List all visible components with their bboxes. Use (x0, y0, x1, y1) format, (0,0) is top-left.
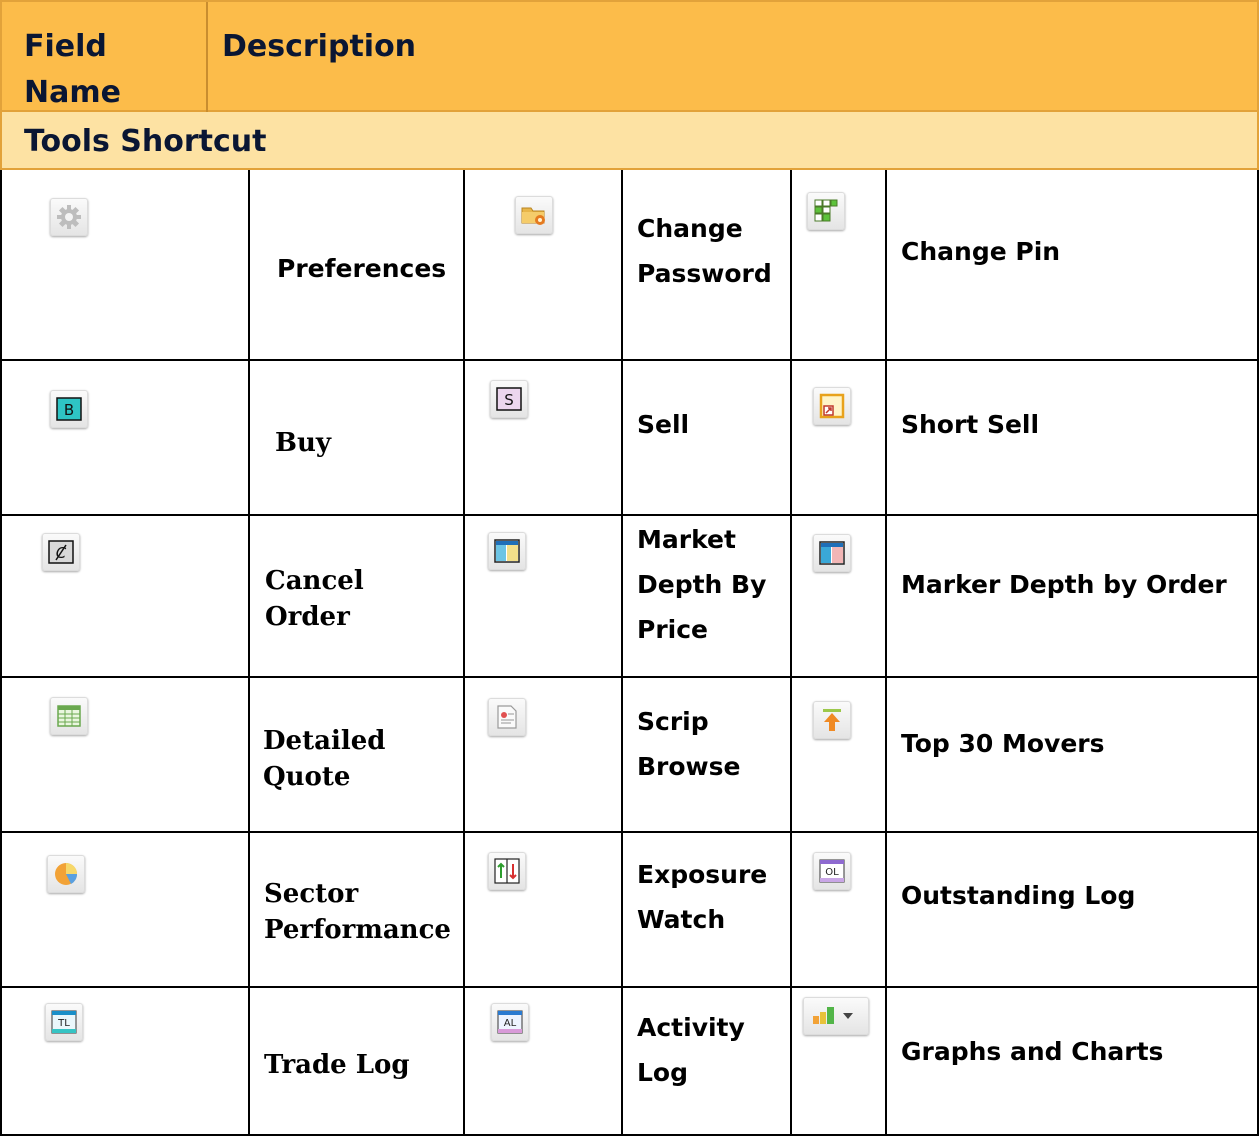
exposure-watch-icon[interactable] (488, 852, 526, 890)
tl-log-icon[interactable]: TL (45, 1003, 83, 1041)
label-cancel-order: Cancel Order (265, 566, 364, 632)
grid-line (790, 170, 792, 1136)
label-marker-depth-by-order: Marker Depth by Order (901, 570, 1227, 599)
scrip-browse-doc-icon[interactable] (488, 698, 526, 736)
pie-chart-icon[interactable] (47, 855, 85, 893)
label-graphs-and-charts: Graphs and Charts (901, 1037, 1164, 1066)
svg-text:B: B (64, 401, 74, 419)
market-depth-order-icon[interactable] (813, 534, 851, 572)
market-depth-price-icon[interactable] (488, 532, 526, 570)
label-change-pin: Change Pin (901, 237, 1061, 266)
grid-line (0, 831, 1259, 833)
header-field-name: Field Name (24, 29, 121, 110)
grid-line (0, 514, 1259, 516)
label-trade-log: Trade Log (264, 1050, 410, 1080)
label-activity-log: Activity Log (637, 1013, 745, 1087)
label-outstanding-log: Outstanding Log (901, 881, 1136, 910)
header-description: Description (222, 29, 417, 64)
label-change-password: Change Password (637, 214, 772, 288)
detailed-quote-table-icon[interactable] (50, 697, 88, 735)
section-title: Tools Shortcut (24, 124, 267, 159)
svg-text:OL: OL (825, 867, 839, 878)
folder-settings-icon[interactable] (515, 196, 553, 234)
label-scrip-browse: Scrip Browse (637, 707, 741, 781)
label-detailed-quote: Detailed Quote (263, 726, 386, 792)
label-sell: Sell (637, 410, 690, 439)
ol-log-icon[interactable]: OL (813, 852, 851, 890)
grid-line (621, 170, 623, 1136)
grid-line (0, 170, 2, 1136)
bar-chart-dropdown-icon[interactable] (803, 997, 869, 1035)
grid-line (463, 170, 465, 1136)
top-movers-arrow-icon[interactable] (813, 701, 851, 739)
tools-shortcut-table: Field Name Description Tools Shortcut Pr… (0, 0, 1259, 1136)
label-preferences: Preferences (277, 254, 447, 283)
grid-line (0, 359, 1259, 361)
label-buy: Buy (275, 428, 331, 458)
short-sell-icon[interactable] (813, 387, 851, 425)
svg-text:AL: AL (504, 1018, 517, 1029)
header-divider (206, 2, 208, 114)
gear-icon[interactable] (50, 198, 88, 236)
grid-line (885, 170, 887, 1136)
label-exposure-watch: Exposure Watch (637, 860, 768, 934)
grid-line (248, 170, 250, 1136)
label-top-30-movers: Top 30 Movers (901, 729, 1105, 758)
label-short-sell: Short Sell (901, 410, 1040, 439)
table-header: Field Name Description (0, 0, 1259, 114)
grid-line (0, 676, 1259, 678)
buy-b-icon[interactable]: B (50, 390, 88, 428)
section-header: Tools Shortcut (0, 112, 1259, 170)
label-market-depth-by-price: Market Depth By Price (637, 525, 767, 644)
svg-text:S: S (504, 391, 514, 409)
al-log-icon[interactable]: AL (491, 1003, 529, 1041)
cancel-order-icon[interactable]: C (42, 533, 80, 571)
grid-pin-icon[interactable] (807, 192, 845, 230)
label-sector-performance: Sector Performance (264, 879, 451, 945)
svg-text:TL: TL (57, 1018, 70, 1029)
grid-line (0, 986, 1259, 988)
sell-s-icon[interactable]: S (490, 380, 528, 418)
